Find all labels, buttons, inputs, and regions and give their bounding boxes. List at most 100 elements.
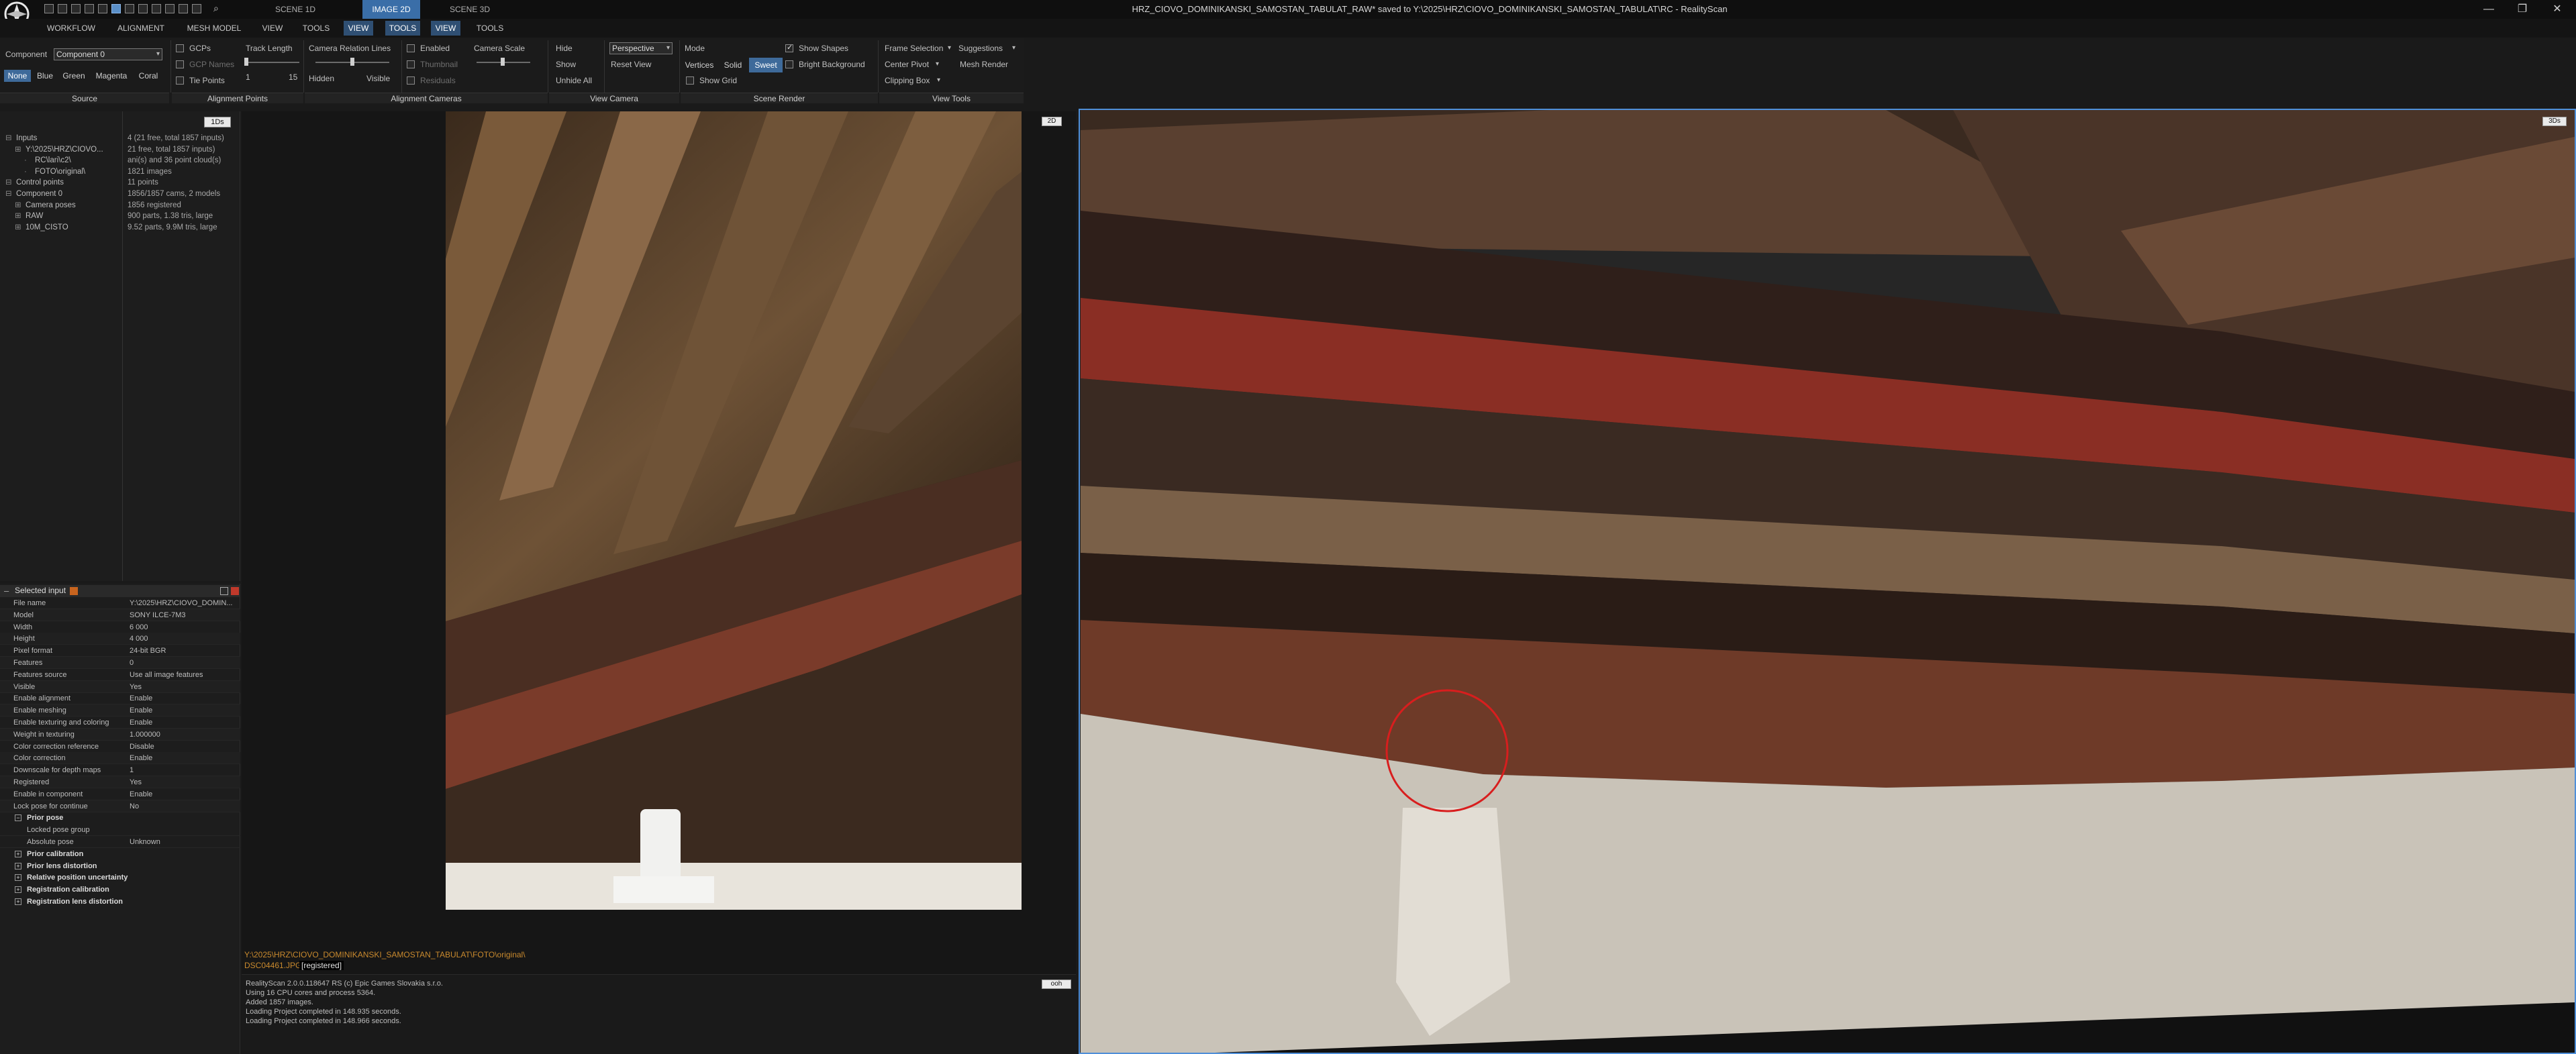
track-length-slider[interactable] (246, 62, 299, 63)
property-row[interactable]: Model SONY ILCE-7M3 (0, 609, 240, 621)
unhide-all-button[interactable]: Unhide All (556, 76, 592, 85)
center-pivot-chevron-icon[interactable]: ▾ (936, 60, 939, 68)
tree-row[interactable]: ⊞ RAW 900 parts, 1.38 tris, large (0, 211, 240, 221)
menu-view[interactable]: VIEW (259, 21, 286, 36)
property-row[interactable]: Features source Use all image features (0, 669, 240, 681)
tree-expand-icon[interactable]: ⊟ (5, 133, 12, 144)
expand-group-icon[interactable]: + (15, 898, 21, 905)
redo-icon[interactable] (179, 4, 188, 13)
component-dropdown[interactable]: Component 0 (54, 48, 162, 60)
color-blue-button[interactable]: Blue (34, 70, 56, 82)
suggestions-chevron-icon[interactable]: ▾ (1012, 44, 1015, 52)
property-group[interactable]: + Relative position uncertainty (0, 872, 240, 884)
tree-row[interactable]: ⊞ 10M_CISTO 9.52 parts, 9.9M tris, large (0, 222, 240, 233)
menu-alignment[interactable]: ALIGNMENT (114, 21, 168, 36)
view-3d-badge[interactable]: 3Ds (2542, 117, 2567, 126)
menu-tools-3d[interactable]: TOOLS (473, 21, 507, 36)
quick-layout-4-icon[interactable] (125, 4, 134, 13)
property-value[interactable]: Enable (130, 752, 152, 764)
color-green-button[interactable]: Green (59, 70, 89, 82)
mode-vertices-button[interactable]: Vertices (682, 58, 717, 72)
tree-expand-icon[interactable]: ⊞ (15, 222, 21, 233)
tree-row[interactable]: · RC\lari\c2\ ani(s) and 36 point cloud(s) (0, 155, 240, 166)
property-group[interactable]: + Prior calibration (0, 848, 240, 860)
property-value[interactable]: Y:\2025\HRZ\CIOVO_DOMIN... (130, 597, 232, 609)
quick-layout-5-icon[interactable] (138, 4, 148, 13)
property-value[interactable]: 1 (130, 764, 134, 776)
property-row[interactable]: Pixel format 24-bit BGR (0, 645, 240, 657)
property-value[interactable]: 1.000000 (130, 729, 160, 741)
close-button[interactable]: ✕ (2542, 0, 2572, 19)
expand-group-icon[interactable]: + (15, 862, 21, 869)
menu-mesh-model[interactable]: MESH MODEL (184, 21, 244, 36)
property-row[interactable]: Visible Yes (0, 680, 240, 693)
property-value[interactable]: Yes (130, 681, 142, 693)
property-value[interactable]: Disable (130, 741, 154, 753)
quick-layout-6-icon[interactable] (152, 4, 161, 13)
property-row[interactable]: Lock pose for continue No (0, 800, 240, 812)
tree-expand-icon[interactable]: · (24, 155, 27, 166)
property-value[interactable]: Enable (130, 717, 152, 729)
tree-row[interactable]: · FOTO\original\ 1821 images (0, 166, 240, 177)
tree-row[interactable]: ⊞ Camera poses 1856 registered (0, 200, 240, 211)
expand-group-icon[interactable]: + (15, 874, 21, 882)
quick-open-icon[interactable] (58, 4, 67, 13)
pin-icon[interactable] (70, 587, 78, 595)
show-button[interactable]: Show (556, 60, 576, 69)
property-row[interactable]: Enable texturing and coloring Enable (0, 717, 240, 729)
maximize-button[interactable]: ❐ (2508, 0, 2537, 19)
thumbnail-checkbox[interactable] (407, 60, 415, 68)
undo-icon[interactable] (165, 4, 175, 13)
photo-2d-image[interactable] (446, 111, 1022, 910)
property-row[interactable]: Width 6 000 (0, 621, 240, 633)
tree-expand-icon[interactable]: ⊞ (15, 200, 21, 211)
property-value[interactable]: Enable (130, 788, 152, 800)
menu-tools[interactable]: TOOLS (299, 21, 333, 36)
minimize-button[interactable]: — (2474, 0, 2504, 19)
quick-layout-2-icon[interactable] (98, 4, 107, 13)
property-value[interactable]: 6 000 (130, 621, 148, 633)
tree-row[interactable]: ⊟ Control points 11 points (0, 177, 240, 188)
quick-save-icon[interactable] (71, 4, 81, 13)
property-row[interactable]: File name Y:\2025\HRZ\CIOVO_DOMIN... (0, 597, 240, 609)
property-value[interactable]: 4 000 (130, 633, 148, 645)
camera-scale-knob[interactable] (501, 58, 505, 66)
tree-expand-icon[interactable]: · (24, 166, 27, 177)
tree-row[interactable]: ⊟ Inputs 4 (21 free, total 1857 inputs) (0, 133, 240, 144)
collapse-group-icon[interactable]: − (15, 814, 21, 822)
expand-group-icon[interactable]: + (15, 886, 21, 894)
property-value[interactable]: No (130, 800, 139, 812)
property-group[interactable]: + Prior lens distortion (0, 860, 240, 872)
expand-group-icon[interactable]: + (15, 850, 21, 857)
frame-selection-chevron-icon[interactable]: ▾ (948, 44, 951, 52)
tab-image-2d[interactable]: IMAGE 2D (362, 0, 420, 19)
show-grid-checkbox[interactable] (686, 76, 694, 85)
view-2d-badge[interactable]: 2D (1042, 117, 1062, 126)
property-row[interactable]: Features 0 (0, 657, 240, 669)
bright-background-checkbox[interactable] (785, 60, 793, 68)
collapse-icon[interactable]: – (4, 586, 9, 596)
property-value[interactable]: Yes (130, 776, 142, 788)
property-row[interactable]: Registered Yes (0, 776, 240, 788)
property-value[interactable]: SONY ILCE-7M3 (130, 609, 186, 621)
mode-sweet-button[interactable]: Sweet (749, 58, 783, 72)
search-icon[interactable]: ⌕ (213, 3, 219, 14)
tree-view-badge[interactable]: 1Ds (204, 117, 231, 127)
property-row[interactable]: Height 4 000 (0, 633, 240, 645)
tree-expand-icon[interactable]: ⊞ (15, 211, 21, 221)
tab-scene-3d[interactable]: SCENE 3D (443, 0, 497, 19)
property-value[interactable]: Enable (130, 704, 152, 717)
tree-row[interactable]: ⊟ Component 0 1856/1857 cams, 2 models (0, 189, 240, 199)
property-row[interactable]: Enable alignment Enable (0, 692, 240, 705)
property-value[interactable]: Enable (130, 692, 152, 704)
suggestions-button[interactable]: Suggestions (958, 44, 1003, 53)
quick-layout-3-icon[interactable] (111, 4, 121, 13)
property-row[interactable]: Enable in component Enable (0, 788, 240, 800)
console-badge[interactable]: ooh (1042, 980, 1071, 989)
residuals-checkbox[interactable] (407, 76, 415, 85)
color-magenta-button[interactable]: Magenta (91, 70, 132, 82)
clipping-box-button[interactable]: Clipping Box (885, 76, 930, 85)
track-length-knob[interactable] (244, 58, 248, 66)
property-row[interactable]: Color correction reference Disable (0, 741, 240, 753)
menu-view-3d[interactable]: VIEW (431, 21, 460, 36)
